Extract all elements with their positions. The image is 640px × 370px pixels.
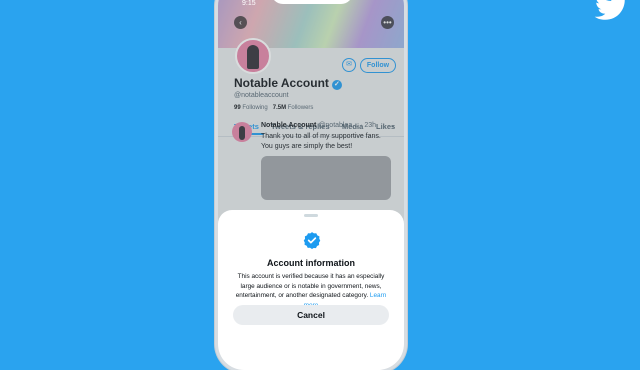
back-arrow-icon[interactable]: ‹	[234, 16, 247, 29]
followers-label[interactable]: Followers	[288, 105, 314, 111]
phone-frame: 9:15 ‹ ••• ✉ Follow Notable Account ✓ @no…	[218, 0, 404, 370]
profile-handle: @notableaccount	[234, 92, 289, 99]
sheet-title: Account information	[267, 258, 355, 268]
mail-icon: ✉	[346, 61, 352, 68]
following-count: 99	[234, 105, 241, 111]
profile-avatar[interactable]	[235, 38, 271, 74]
tweet-text: Thank you to all of my supportive fans. …	[261, 133, 381, 150]
verified-badge-icon[interactable]: ✓	[331, 80, 342, 90]
sheet-grabber[interactable]	[304, 214, 318, 217]
tweet-author: Notable Account	[261, 122, 317, 129]
cancel-button[interactable]: Cancel	[233, 305, 389, 325]
twitter-bird-icon	[594, 0, 625, 20]
following-label[interactable]: Following	[242, 105, 267, 111]
account-info-sheet: Account information This account is veri…	[218, 210, 404, 370]
tweet-more-icon[interactable]: ⌄	[390, 121, 396, 129]
more-options-icon[interactable]: •••	[381, 16, 394, 29]
follow-button[interactable]: Follow	[360, 58, 396, 73]
tweet-avatar[interactable]	[232, 122, 252, 142]
sheet-body-text: This account is verified because it has …	[235, 273, 385, 300]
message-button[interactable]: ✉	[342, 58, 356, 72]
tweet-handle: @notablea...	[318, 122, 359, 129]
followers-count: 7.5M	[272, 105, 287, 111]
tweet-media[interactable]	[261, 156, 391, 200]
tweet-header: Notable Account @notablea... · 23h	[261, 122, 376, 129]
status-time: 9:15	[242, 0, 256, 7]
phone-notch	[271, 0, 353, 4]
profile-name: Notable Account ✓	[234, 76, 342, 90]
tweet-time: · 23h	[360, 122, 377, 129]
profile-name-text: Notable Account	[234, 76, 329, 90]
profile-stats: 99 Following 7.5M Followers	[234, 105, 313, 111]
verified-badge-icon	[303, 232, 321, 249]
